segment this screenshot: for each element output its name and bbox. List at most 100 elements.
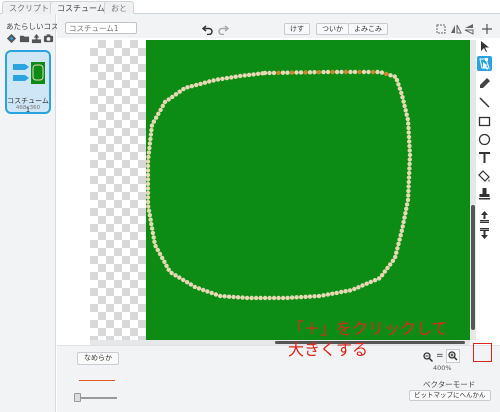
outline-point[interactable] — [240, 295, 245, 300]
outline-point[interactable] — [205, 289, 210, 294]
outline-point[interactable] — [260, 71, 265, 76]
outline-point[interactable] — [238, 73, 243, 79]
outline-point[interactable] — [406, 121, 411, 126]
outline-point[interactable] — [312, 294, 317, 299]
outline-point[interactable] — [307, 70, 313, 75]
outline-point[interactable] — [150, 230, 156, 236]
stroke-color-preview[interactable] — [79, 380, 115, 381]
outline-point[interactable] — [235, 295, 241, 300]
outline-point[interactable] — [147, 141, 153, 146]
outline-point[interactable] — [149, 221, 154, 227]
outline-point[interactable] — [145, 172, 151, 178]
outline-point[interactable] — [407, 157, 412, 162]
outline-point[interactable] — [177, 275, 182, 280]
outline-point[interactable] — [145, 168, 151, 173]
tab-sounds[interactable]: おと — [104, 1, 134, 15]
outline-point[interactable] — [394, 77, 400, 83]
outline-point[interactable] — [160, 103, 165, 109]
outline-point[interactable] — [285, 70, 290, 75]
add-button[interactable]: ついか — [316, 23, 349, 35]
outline-point[interactable] — [316, 70, 322, 75]
outline-point[interactable] — [352, 286, 357, 292]
outline-point[interactable] — [368, 279, 373, 285]
outline-point[interactable] — [188, 282, 194, 287]
import-button[interactable]: よみこみ — [348, 23, 388, 35]
outline-point[interactable] — [149, 123, 155, 128]
outline-point[interactable] — [404, 206, 409, 211]
redo-icon[interactable] — [217, 23, 229, 35]
outline-point[interactable] — [271, 295, 277, 301]
paint-brush-icon[interactable] — [6, 33, 17, 44]
outline-point[interactable] — [155, 247, 160, 253]
outline-point[interactable] — [181, 86, 186, 92]
outline-point[interactable] — [364, 281, 369, 286]
outline-point[interactable] — [330, 291, 335, 296]
outline-point[interactable] — [375, 69, 380, 75]
outline-point[interactable] — [334, 69, 340, 75]
outline-point[interactable] — [271, 70, 277, 76]
line-icon[interactable] — [477, 95, 492, 110]
outline-point[interactable] — [153, 115, 159, 120]
text-icon[interactable] — [477, 150, 492, 165]
outline-point[interactable] — [379, 70, 385, 75]
back-layer-icon[interactable] — [477, 226, 492, 241]
outline-point[interactable] — [370, 69, 376, 75]
outline-point[interactable] — [158, 107, 163, 113]
outline-point[interactable] — [385, 265, 390, 271]
outline-point[interactable] — [393, 254, 398, 260]
outline-point[interactable] — [406, 130, 411, 135]
outline-point[interactable] — [334, 290, 339, 296]
outline-point[interactable] — [285, 295, 290, 301]
outline-point[interactable] — [401, 99, 406, 104]
outline-point[interactable] — [157, 251, 163, 257]
outline-point[interactable] — [321, 69, 326, 75]
outline-point[interactable] — [395, 246, 400, 251]
outline-point[interactable] — [325, 69, 331, 75]
outline-point[interactable] — [403, 108, 408, 113]
outline-point[interactable] — [192, 284, 197, 290]
folder-icon[interactable] — [19, 33, 30, 44]
outline-point[interactable] — [267, 295, 272, 301]
outline-point[interactable] — [198, 81, 203, 87]
outline-point[interactable] — [303, 294, 308, 299]
outline-point[interactable] — [145, 163, 151, 169]
outline-point[interactable] — [147, 213, 152, 218]
outline-point[interactable] — [181, 277, 186, 283]
outline-point[interactable] — [406, 188, 411, 194]
outline-point[interactable] — [405, 197, 411, 203]
outline-point[interactable] — [399, 228, 404, 233]
outline-point[interactable] — [166, 97, 171, 102]
outline-point[interactable] — [406, 184, 411, 189]
outline-point[interactable] — [156, 111, 161, 117]
outline-point[interactable] — [372, 278, 378, 283]
outline-point[interactable] — [394, 250, 399, 255]
outline-point[interactable] — [146, 154, 151, 160]
outline-point[interactable] — [343, 289, 348, 294]
line-width-slider-handle[interactable] — [74, 393, 81, 402]
outline-point[interactable] — [226, 294, 232, 299]
outline-point[interactable] — [162, 99, 168, 105]
outline-point[interactable] — [145, 177, 151, 182]
tab-scripts[interactable]: スクリプト — [2, 1, 56, 15]
outline-point[interactable] — [404, 112, 409, 117]
outline-point[interactable] — [146, 208, 152, 213]
outline-point[interactable] — [280, 70, 286, 75]
outline-point[interactable] — [148, 217, 153, 222]
outline-point[interactable] — [360, 283, 365, 288]
outline-point[interactable] — [401, 219, 406, 225]
upload-icon[interactable] — [31, 33, 42, 44]
outline-point[interactable] — [406, 193, 411, 198]
outline-point[interactable] — [325, 292, 331, 297]
smooth-button[interactable]: なめらか — [77, 352, 119, 365]
outline-point[interactable] — [215, 77, 221, 82]
outline-point[interactable] — [253, 295, 259, 301]
outline-point[interactable] — [376, 276, 382, 281]
outline-point[interactable] — [316, 293, 322, 299]
outline-point[interactable] — [242, 73, 247, 78]
outline-point[interactable] — [169, 270, 174, 276]
zoom-in-icon[interactable] — [446, 349, 460, 363]
outline-point[interactable] — [321, 293, 326, 298]
costume-name-input[interactable] — [65, 22, 137, 34]
outline-point[interactable] — [303, 70, 308, 75]
outline-point[interactable] — [173, 92, 179, 97]
